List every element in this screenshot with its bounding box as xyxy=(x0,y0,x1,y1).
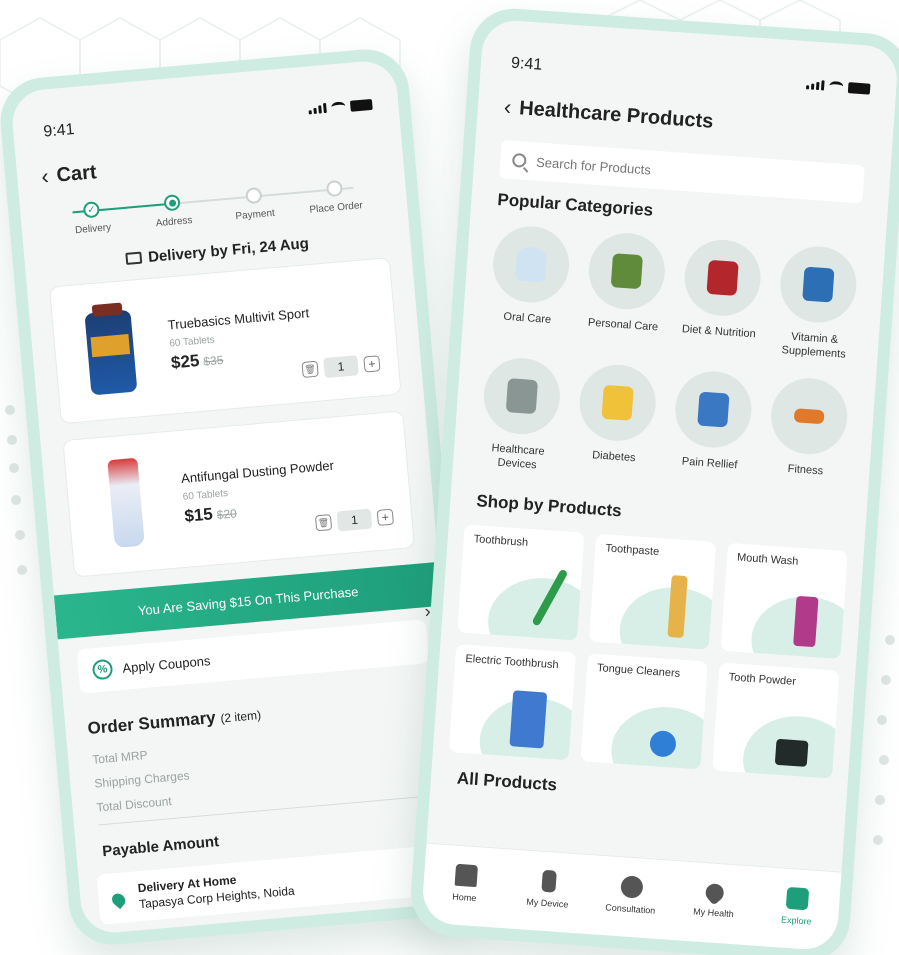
check-icon: ✓ xyxy=(82,201,101,219)
supplement-tin-icon xyxy=(802,266,835,303)
battery-icon xyxy=(847,81,871,95)
pending-step-icon xyxy=(325,179,344,198)
electric-toothbrush-icon xyxy=(509,690,548,749)
plus-icon[interactable]: + xyxy=(376,508,394,526)
quantity-value: 1 xyxy=(323,355,359,379)
category-diabetes[interactable]: Diabetes xyxy=(565,362,666,496)
product-tile-mouth-wash[interactable]: Mouth Wash xyxy=(720,542,848,660)
search-input[interactable] xyxy=(535,154,787,187)
cart-phone: 9:41 ‹ Cart ✓ Delivery Address Payment P… xyxy=(0,45,482,949)
device-icon xyxy=(505,378,539,415)
address-card[interactable]: Delivery At Home Tapasya Corp Heights, N… xyxy=(96,844,450,925)
status-icons xyxy=(805,79,871,95)
category-fitness[interactable]: Fitness xyxy=(757,375,858,509)
product-tile-tooth-powder[interactable]: Tooth Powder xyxy=(712,662,840,779)
back-chevron-icon[interactable]: ‹ xyxy=(40,163,50,190)
healthcare-phone: 9:41 ‹ Healthcare Products Popular Categ… xyxy=(408,5,899,955)
category-vitamin-supplements[interactable]: Vitamin & Supplements xyxy=(766,243,867,377)
apply-coupons-label: Apply Coupons xyxy=(121,652,211,676)
glucose-bottle-icon xyxy=(601,384,634,421)
cart-item[interactable]: Antifungal Dusting Powder 60 Tablets $15… xyxy=(62,410,416,578)
tooth-icon xyxy=(514,246,548,283)
mouthwash-icon xyxy=(793,595,819,648)
step-address[interactable]: Address xyxy=(137,188,210,231)
product-mrp: $35 xyxy=(202,352,225,369)
category-healthcare-devices[interactable]: Healthcare Devices xyxy=(470,355,571,489)
product-image xyxy=(85,456,163,552)
bottles-icon xyxy=(610,253,643,290)
wifi-icon xyxy=(828,80,844,92)
active-step-icon xyxy=(163,194,182,212)
trash-icon[interactable]: 🗑 xyxy=(301,360,319,378)
category-grid: Oral Care Personal Care Diet & Nutrition… xyxy=(452,222,885,510)
dumbbell-icon xyxy=(793,408,825,425)
trash-icon[interactable]: 🗑 xyxy=(314,514,333,532)
protein-jar-icon xyxy=(706,259,739,296)
all-products-title: All Products xyxy=(456,768,558,795)
product-tile-electric-toothbrush[interactable]: Electric Toothbrush xyxy=(448,644,577,761)
page-title: Healthcare Products xyxy=(518,96,715,133)
tooth-powder-icon xyxy=(774,738,809,767)
category-oral-care[interactable]: Oral Care xyxy=(479,223,580,357)
product-image xyxy=(72,303,150,399)
product-tile-toothbrush[interactable]: Toothbrush xyxy=(457,524,585,641)
signal-icon xyxy=(308,102,327,115)
percent-icon: % xyxy=(91,658,114,681)
healthcare-screen: 9:41 ‹ Healthcare Products Popular Categ… xyxy=(420,18,899,952)
step-place-order[interactable]: Place Order xyxy=(299,174,372,217)
relief-box-icon xyxy=(697,391,730,428)
product-type-grid: Toothbrush Toothpaste Mouth Wash Electri… xyxy=(433,523,864,779)
back-chevron-icon[interactable]: ‹ xyxy=(503,94,512,120)
tab-consultation[interactable]: Consultation xyxy=(595,873,667,916)
step-delivery[interactable]: ✓ Delivery xyxy=(55,195,128,238)
home-icon xyxy=(454,863,478,887)
cart-item[interactable]: Truebasics Multivit Sport 60 Tablets $25… xyxy=(48,256,402,425)
cart-screen: 9:41 ‹ Cart ✓ Delivery Address Payment P… xyxy=(9,58,469,936)
tab-my-health[interactable]: My Health xyxy=(678,879,750,920)
step-payment[interactable]: Payment xyxy=(218,181,291,224)
page-title: Cart xyxy=(55,160,98,187)
quantity-value: 1 xyxy=(336,508,373,532)
product-tile-toothpaste[interactable]: Toothpaste xyxy=(588,533,717,650)
product-mrp: $20 xyxy=(216,506,238,522)
tab-explore[interactable]: Explore xyxy=(761,885,833,928)
location-pin-icon xyxy=(109,890,128,910)
bottom-tab-bar: Home My Device Consultation My Health Ex… xyxy=(420,842,842,952)
category-diet-nutrition[interactable]: Diet & Nutrition xyxy=(670,237,771,371)
signal-icon xyxy=(805,79,825,91)
status-time: 9:41 xyxy=(42,120,76,141)
pending-step-icon xyxy=(244,186,263,205)
status-time: 9:41 xyxy=(510,54,543,74)
truck-icon xyxy=(125,251,143,265)
category-personal-care[interactable]: Personal Care xyxy=(575,230,676,364)
product-tile-tongue-cleaners[interactable]: Tongue Cleaners xyxy=(580,653,708,770)
battery-icon xyxy=(349,98,373,112)
tab-my-device[interactable]: My Device xyxy=(512,867,584,910)
status-icons xyxy=(308,98,373,115)
device-icon xyxy=(541,869,557,893)
wifi-icon xyxy=(330,101,346,113)
heart-icon xyxy=(702,879,728,906)
cart-icon xyxy=(786,886,810,910)
plus-icon[interactable]: + xyxy=(363,355,381,373)
order-summary-count: (2 item) xyxy=(219,707,262,726)
tab-home[interactable]: Home xyxy=(429,861,501,904)
category-pain-relief[interactable]: Pain Rellief xyxy=(661,368,762,502)
doctor-icon xyxy=(620,874,644,899)
search-icon xyxy=(511,152,527,168)
